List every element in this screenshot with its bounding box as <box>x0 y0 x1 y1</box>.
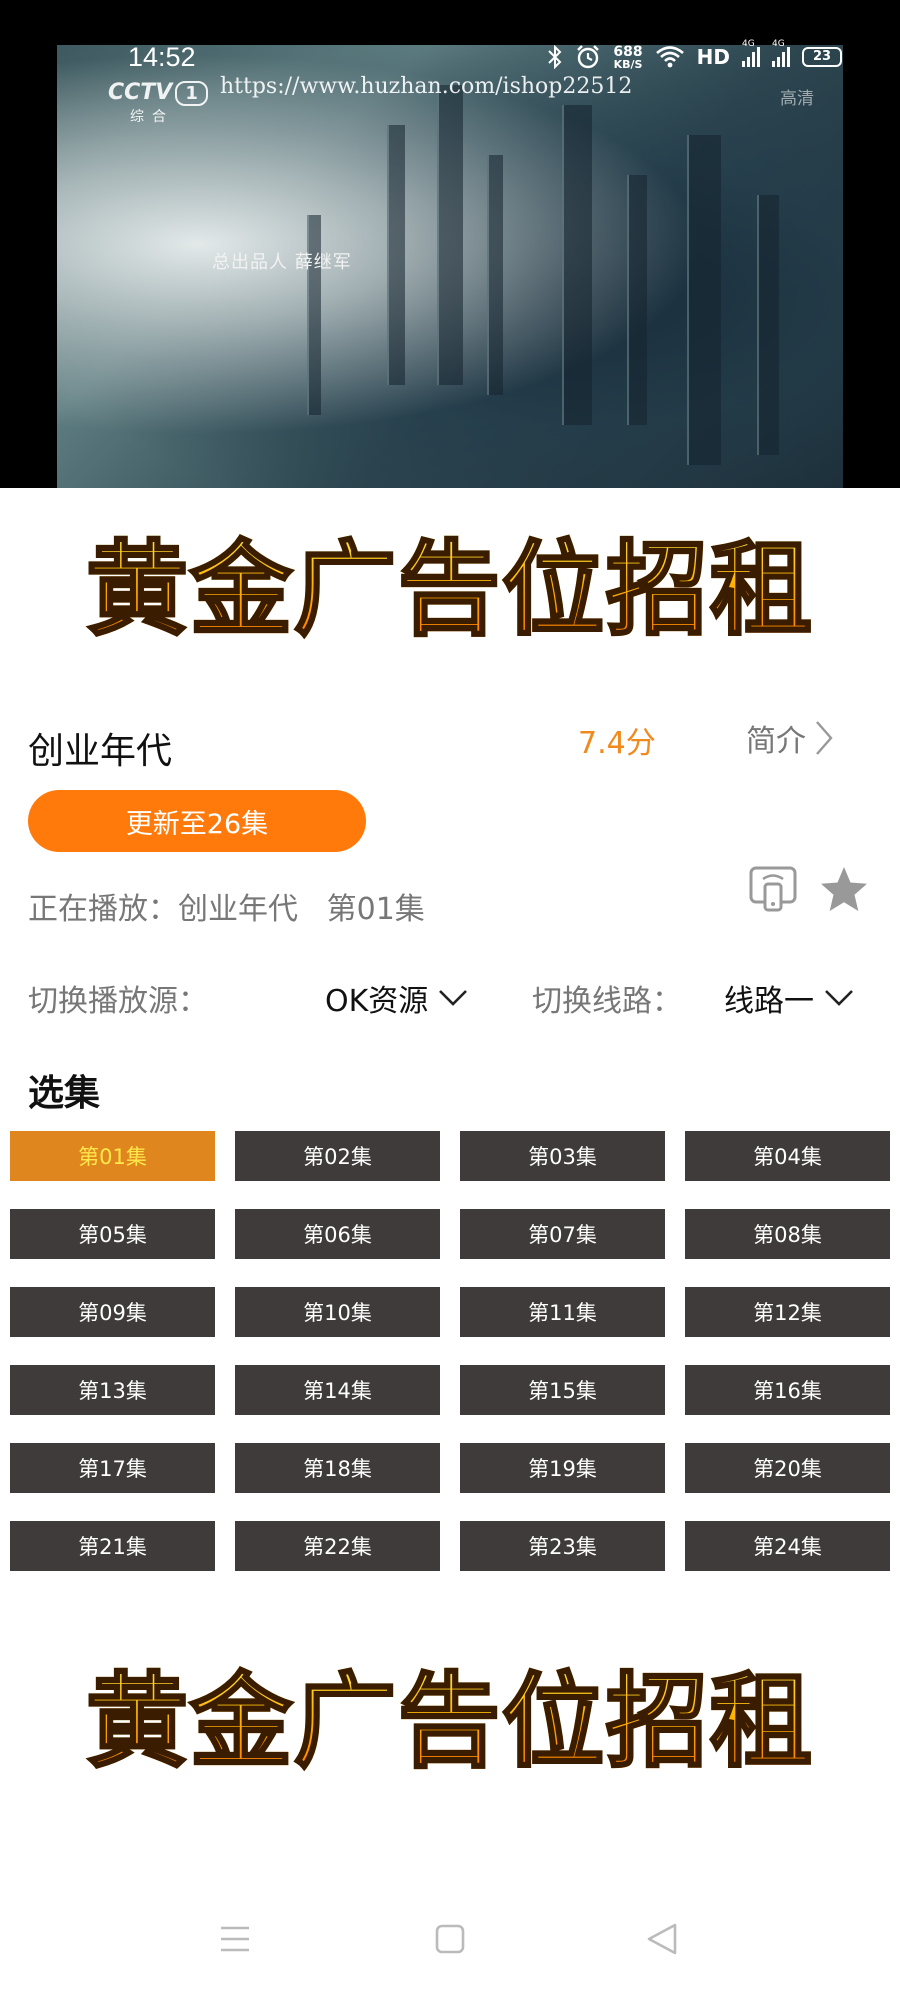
signal-tag-1: 4G <box>742 39 755 49</box>
net-speed-unit: KB/S <box>613 57 643 71</box>
show-title: 创业年代 <box>28 731 173 772</box>
channel-sub: 综合 <box>130 109 174 125</box>
chevron-right-icon <box>816 721 833 755</box>
video-scenery <box>437 85 463 385</box>
show-score: 7.4分 <box>578 726 656 761</box>
status-icons: 688 KB/S HD 4G 4G 23 <box>547 39 842 70</box>
episode-button[interactable]: 第18集 <box>235 1443 440 1493</box>
episode-button[interactable]: 第10集 <box>235 1287 440 1337</box>
chevron-down-icon <box>439 990 468 1006</box>
net-speed-value: 688 <box>613 43 643 60</box>
episode-button[interactable]: 第24集 <box>685 1521 890 1571</box>
system-nav-bar <box>0 1910 900 1980</box>
video-player[interactable]: CCTV 1 综合 https://www.huzhan.com/ishop225… <box>0 0 900 488</box>
video-scenery <box>627 175 647 425</box>
now-playing: 正在播放：创业年代 第01集 <box>28 892 425 927</box>
signal-tag-2: 4G <box>772 39 785 49</box>
video-scenery <box>487 155 503 395</box>
channel-logo: CCTV 1 <box>108 80 208 106</box>
update-status-button[interactable]: 更新至26集 <box>28 790 366 852</box>
chevron-down-icon <box>825 990 853 1006</box>
watermark-url: https://www.huzhan.com/ishop22512 <box>220 74 633 99</box>
alarm-icon <box>577 45 600 69</box>
episode-button[interactable]: 第09集 <box>10 1287 215 1337</box>
episode-button[interactable]: 第16集 <box>685 1365 890 1415</box>
ad-banner-bottom[interactable]: 黄金广告位招租 <box>0 1658 900 1788</box>
video-scenery <box>387 125 405 385</box>
battery-icon: 23 <box>802 47 842 67</box>
channel-logo-text: CCTV <box>108 80 173 105</box>
intro-label: 简介 <box>746 724 806 759</box>
episode-button[interactable]: 第02集 <box>235 1131 440 1181</box>
menu-icon[interactable] <box>218 1922 252 1956</box>
ad-banner-top[interactable]: 黄金广告位招租 <box>0 526 900 656</box>
episode-button[interactable]: 第12集 <box>685 1287 890 1337</box>
star-icon[interactable] <box>818 864 870 916</box>
wifi-icon <box>655 46 684 68</box>
video-scenery <box>307 215 321 415</box>
episode-button[interactable]: 第07集 <box>460 1209 665 1259</box>
square-home-icon[interactable] <box>433 1922 467 1956</box>
source-value: OK资源 <box>325 984 429 1019</box>
episode-button[interactable]: 第15集 <box>460 1365 665 1415</box>
video-frame[interactable] <box>57 45 843 488</box>
hd-corner-tag: 高清 <box>780 89 814 109</box>
episodes-title: 选集 <box>28 1073 101 1114</box>
episode-button[interactable]: 第13集 <box>10 1365 215 1415</box>
episode-button[interactable]: 第17集 <box>10 1443 215 1493</box>
intro-button[interactable]: 简介 <box>746 716 834 760</box>
video-scenery <box>562 105 592 425</box>
episode-button[interactable]: 第01集 <box>10 1131 215 1181</box>
episode-button[interactable]: 第05集 <box>10 1209 215 1259</box>
episode-button[interactable]: 第21集 <box>10 1521 215 1571</box>
episode-button[interactable]: 第20集 <box>685 1443 890 1493</box>
video-credit: 总出品人 薛继军 <box>212 252 352 273</box>
video-scenery <box>757 195 779 455</box>
source-select[interactable]: OK资源 <box>325 976 468 1020</box>
triangle-back-icon[interactable] <box>645 1922 679 1956</box>
line-select[interactable]: 线路一 <box>724 976 854 1020</box>
episode-button[interactable]: 第19集 <box>460 1443 665 1493</box>
hd-label: HD <box>696 45 730 69</box>
signal-icon-2: 4G <box>772 39 790 67</box>
episode-button[interactable]: 第14集 <box>235 1365 440 1415</box>
bluetooth-icon <box>548 45 562 69</box>
status-time: 14:52 <box>128 42 196 72</box>
episode-button[interactable]: 第04集 <box>685 1131 890 1181</box>
episode-button[interactable]: 第23集 <box>460 1521 665 1571</box>
source-label: 切换播放源： <box>28 984 208 1019</box>
line-value: 线路一 <box>724 984 814 1019</box>
line-label: 切换线路： <box>532 984 682 1019</box>
episode-grid: 第01集 第02集 第03集 第04集第05集 第06集 第07集 第08集第09集 第10集… <box>10 1131 890 1571</box>
signal-icon-1: 4G <box>742 39 760 67</box>
video-scenery <box>687 135 721 465</box>
episode-button[interactable]: 第06集 <box>235 1209 440 1259</box>
episode-button[interactable]: 第03集 <box>460 1131 665 1181</box>
episode-button[interactable]: 第11集 <box>460 1287 665 1337</box>
episode-button[interactable]: 第08集 <box>685 1209 890 1259</box>
net-speed: 688 KB/S <box>613 45 642 70</box>
channel-number: 1 <box>175 81 208 106</box>
episode-button[interactable]: 第22集 <box>235 1521 440 1571</box>
cast-screen-icon[interactable] <box>748 864 798 914</box>
